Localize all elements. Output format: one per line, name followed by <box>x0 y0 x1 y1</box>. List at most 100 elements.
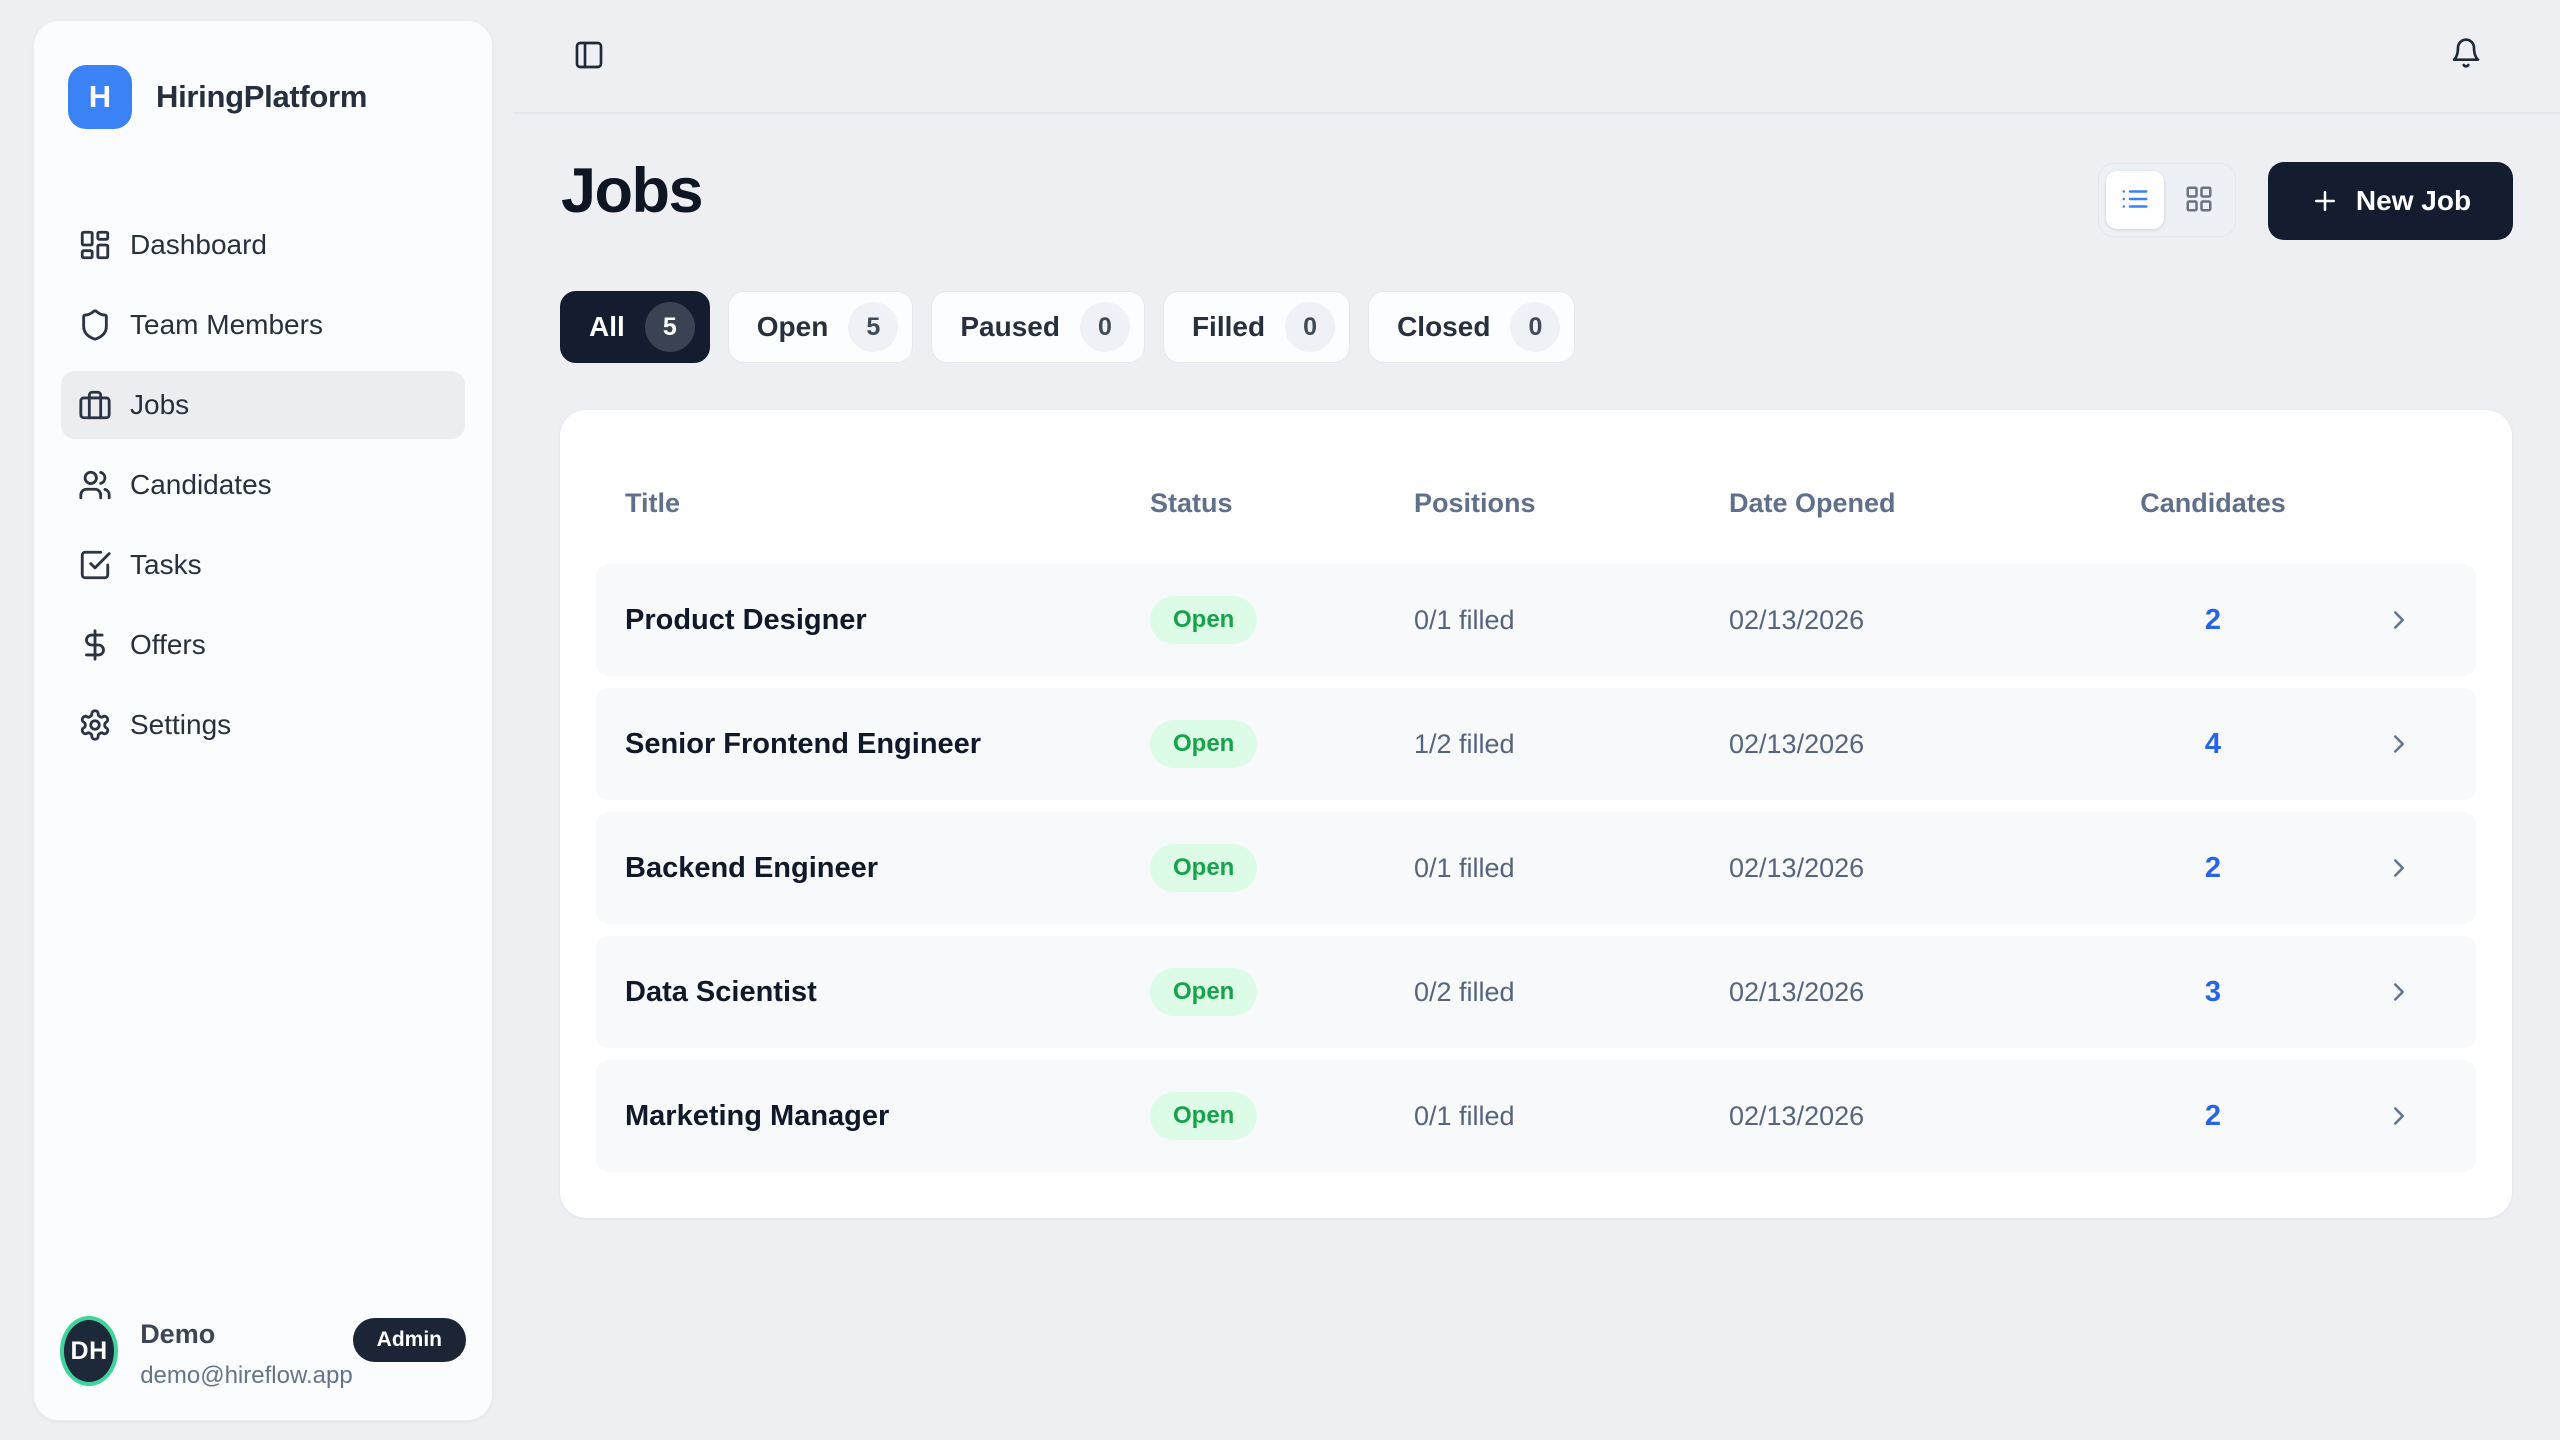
users-icon <box>78 468 112 502</box>
filter-tab-closed[interactable]: Closed 0 <box>1368 291 1575 363</box>
filter-label: Open <box>757 311 829 343</box>
filter-count-badge: 0 <box>1285 302 1335 352</box>
gear-icon <box>78 708 112 742</box>
filter-tab-open[interactable]: Open 5 <box>728 291 914 363</box>
column-header-status: Status <box>1150 488 1414 519</box>
sidebar-toggle-button[interactable] <box>573 39 605 71</box>
user-name: Demo <box>140 1319 352 1350</box>
table-row[interactable]: Backend Engineer Open 0/1 filled 02/13/2… <box>596 812 2476 924</box>
job-title: Data Scientist <box>625 976 1150 1009</box>
column-header-candidates: Candidates <box>2128 488 2298 519</box>
date-opened-cell: 02/13/2026 <box>1729 853 2128 884</box>
grid-view-icon <box>2184 184 2214 217</box>
positions-cell: 0/2 filled <box>1414 977 1729 1008</box>
filter-count-badge: 0 <box>1510 302 1560 352</box>
chevron-right-icon[interactable] <box>2384 853 2476 883</box>
candidates-count[interactable]: 2 <box>2128 852 2298 885</box>
topbar-divider <box>513 112 2560 114</box>
new-job-label: New Job <box>2356 185 2471 217</box>
view-mode-toggle <box>2098 163 2236 237</box>
chevron-right-icon[interactable] <box>2384 977 2476 1007</box>
positions-cell: 0/1 filled <box>1414 605 1729 636</box>
shield-icon <box>78 308 112 342</box>
candidates-count[interactable]: 2 <box>2128 1100 2298 1133</box>
table-row[interactable]: Marketing Manager Open 0/1 filled 02/13/… <box>596 1060 2476 1172</box>
status-badge: Open <box>1150 1092 1257 1140</box>
job-title: Backend Engineer <box>625 852 1150 885</box>
app-logo: H HiringPlatform <box>68 65 367 129</box>
filter-tab-filled[interactable]: Filled 0 <box>1163 291 1350 363</box>
sidebar-item-jobs[interactable]: Jobs <box>61 371 465 439</box>
user-profile[interactable]: DH Demo demo@hireflow.app Admin <box>60 1316 466 1390</box>
table-row[interactable]: Senior Frontend Engineer Open 1/2 filled… <box>596 688 2476 800</box>
sidebar-item-label: Candidates <box>130 469 272 501</box>
table-body: Product Designer Open 0/1 filled 02/13/2… <box>596 564 2476 1172</box>
role-badge: Admin <box>353 1318 466 1362</box>
briefcase-icon <box>78 388 112 422</box>
filter-label: All <box>589 311 625 343</box>
filter-label: Filled <box>1192 311 1265 343</box>
new-job-button[interactable]: New Job <box>2268 162 2513 240</box>
user-info: Demo demo@hireflow.app <box>140 1316 352 1390</box>
grid-view-button[interactable] <box>2170 171 2228 229</box>
chevron-right-icon[interactable] <box>2384 605 2476 635</box>
candidates-count[interactable]: 3 <box>2128 976 2298 1009</box>
sidebar-item-label: Jobs <box>130 389 189 421</box>
filter-label: Paused <box>960 311 1060 343</box>
avatar: DH <box>60 1316 118 1386</box>
sidebar-item-candidates[interactable]: Candidates <box>61 451 465 519</box>
status-badge: Open <box>1150 844 1257 892</box>
candidates-count[interactable]: 4 <box>2128 728 2298 761</box>
sidebar: H HiringPlatform Dashboard Team Members … <box>33 20 493 1421</box>
status-badge: Open <box>1150 968 1257 1016</box>
sidebar-item-label: Team Members <box>130 309 323 341</box>
column-header-positions: Positions <box>1414 488 1729 519</box>
positions-cell: 0/1 filled <box>1414 1101 1729 1132</box>
column-header-date-opened: Date Opened <box>1729 488 2128 519</box>
table-header-row: TitleStatusPositionsDate OpenedCandidate… <box>596 488 2476 519</box>
chevron-right-icon[interactable] <box>2384 729 2476 759</box>
sidebar-item-dashboard[interactable]: Dashboard <box>61 211 465 279</box>
app-window: H HiringPlatform Dashboard Team Members … <box>0 0 2560 1440</box>
table-row[interactable]: Data Scientist Open 0/2 filled 02/13/202… <box>596 936 2476 1048</box>
status-badge: Open <box>1150 720 1257 768</box>
filter-tab-all[interactable]: All 5 <box>560 291 710 363</box>
job-title: Product Designer <box>625 604 1150 637</box>
filter-label: Closed <box>1397 311 1490 343</box>
filter-count-badge: 5 <box>645 302 695 352</box>
sidebar-item-label: Tasks <box>130 549 202 581</box>
filter-tab-paused[interactable]: Paused 0 <box>931 291 1145 363</box>
sidebar-item-team-members[interactable]: Team Members <box>61 291 465 359</box>
square-check-icon <box>78 548 112 582</box>
chevron-right-icon[interactable] <box>2384 1101 2476 1131</box>
sidebar-item-offers[interactable]: Offers <box>61 611 465 679</box>
layout-dashboard-icon <box>78 228 112 262</box>
job-title: Senior Frontend Engineer <box>625 728 1150 761</box>
sidebar-item-settings[interactable]: Settings <box>61 691 465 759</box>
app-name: HiringPlatform <box>156 79 367 115</box>
plus-icon <box>2310 186 2340 216</box>
sidebar-item-label: Settings <box>130 709 231 741</box>
date-opened-cell: 02/13/2026 <box>1729 1101 2128 1132</box>
bell-icon <box>2450 37 2482 69</box>
date-opened-cell: 02/13/2026 <box>1729 605 2128 636</box>
notifications-button[interactable] <box>2450 37 2482 69</box>
sidebar-item-label: Offers <box>130 629 206 661</box>
list-view-icon <box>2120 184 2150 217</box>
sidebar-item-tasks[interactable]: Tasks <box>61 531 465 599</box>
candidates-count[interactable]: 2 <box>2128 604 2298 637</box>
dollar-icon <box>78 628 112 662</box>
list-view-button[interactable] <box>2106 171 2164 229</box>
filter-count-badge: 0 <box>1080 302 1130 352</box>
table-row[interactable]: Product Designer Open 0/1 filled 02/13/2… <box>596 564 2476 676</box>
job-title: Marketing Manager <box>625 1100 1150 1133</box>
page-title: Jobs <box>561 160 702 223</box>
sidebar-nav: Dashboard Team Members Jobs Candidates T… <box>61 211 465 771</box>
filter-count-badge: 5 <box>848 302 898 352</box>
date-opened-cell: 02/13/2026 <box>1729 977 2128 1008</box>
status-filter-tabs: All 5 Open 5 Paused 0 Filled 0 Closed 0 <box>560 291 1575 363</box>
panel-left-icon <box>573 39 605 71</box>
positions-cell: 1/2 filled <box>1414 729 1729 760</box>
sidebar-item-label: Dashboard <box>130 229 267 261</box>
positions-cell: 0/1 filled <box>1414 853 1729 884</box>
